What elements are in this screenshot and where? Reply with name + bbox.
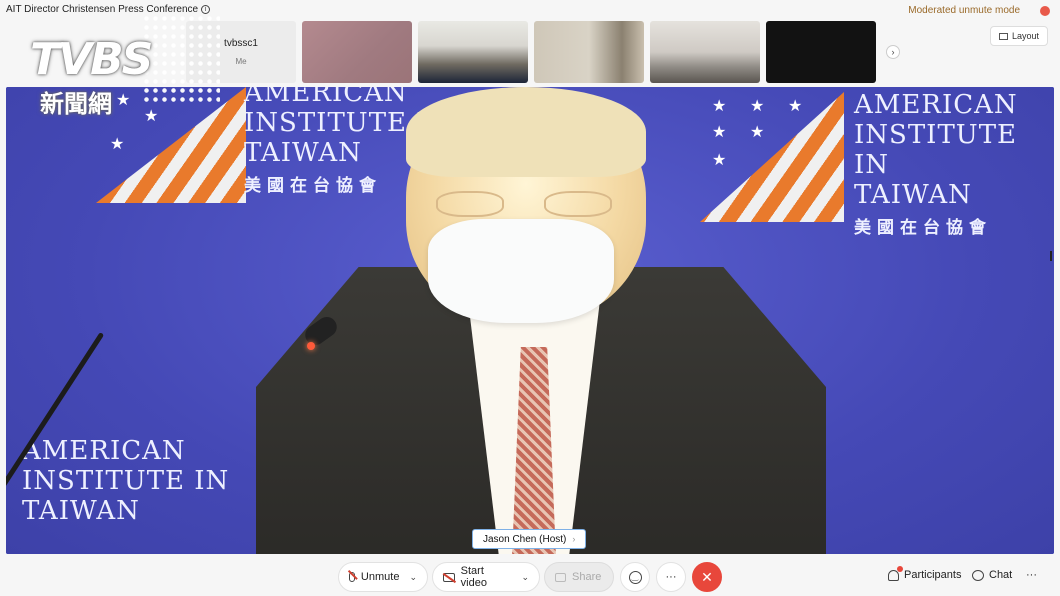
chat-icon [972,569,984,581]
smile-icon: ‿ [628,570,642,584]
participant-tile[interactable] [418,21,528,83]
logo-brand: TVBS [30,34,153,85]
participants-button[interactable]: Participants [888,565,962,581]
layout-icon [998,32,1008,40]
backdrop-text: AMERICAN INSTITUTE IN TAIWAN [22,436,230,526]
layout-button[interactable]: Layout [989,26,1048,46]
participants-label: Participants [904,569,962,581]
share-label: Share [572,571,602,583]
ellipsis-icon: ··· [1026,569,1037,581]
share-button[interactable]: Share [544,562,614,592]
end-meeting-button[interactable]: ✕ [692,562,722,592]
meeting-toolbar: Unmute ⌄ Start video ⌄ Share ‿ ··· ✕ Par… [0,556,1060,596]
participant-self-label: Me [235,57,247,66]
participant-tile[interactable] [302,21,412,83]
unmute-button[interactable]: Unmute ⌄ [338,562,428,592]
share-icon [555,572,566,582]
speaker-figure [256,87,826,554]
text-cursor [1050,251,1052,261]
backdrop-text: AMERICAN INSTITUTE IN TAIWAN 美國在台協會 [854,90,1018,238]
chevron-right-icon: › [572,534,576,544]
overflow-menu-button[interactable]: ··· [1026,569,1037,581]
participant-tile[interactable] [766,21,876,83]
reactions-button[interactable]: ‿ [620,562,650,592]
logo-subtitle: 新聞網 [40,90,112,118]
close-icon: ✕ [701,568,713,585]
participant-strip: tvbssc1 Me [186,21,876,83]
star-icon: ★ [110,136,125,153]
participant-tile[interactable] [650,21,760,83]
participants-icon [888,565,903,581]
speaker-name-tag[interactable]: Jason Chen (Host) › [472,529,587,549]
video-off-icon [443,572,455,582]
more-options-button[interactable]: ··· [656,562,686,592]
chevron-down-icon[interactable]: ⌄ [409,572,417,583]
muted-mic-icon [349,572,355,582]
meeting-app: AIT Director Christensen Press Conferenc… [0,0,1060,596]
chevron-down-icon[interactable]: ⌄ [521,572,529,583]
chat-button[interactable]: Chat [972,569,1012,581]
speaker-name: Jason Chen (Host) [483,533,567,545]
layout-label: Layout [1011,31,1039,41]
tvbs-logo: TVBS 新聞網 [26,14,220,118]
ellipsis-icon: ··· [665,571,677,583]
close-icon[interactable] [1040,6,1050,16]
start-video-label: Start video [460,565,487,589]
participant-tile[interactable] [534,21,644,83]
unmute-label: Unmute [360,571,400,583]
chevron-right-icon[interactable]: › [886,45,900,59]
microphone-light [307,342,315,350]
info-icon[interactable]: i [201,5,211,14]
moderation-mode-label[interactable]: Moderated unmute mode [908,5,1020,16]
main-video[interactable]: ★ ★ ★ AMERICAN INSTITUTE IN TAIWAN 美國在台協… [6,87,1054,554]
start-video-button[interactable]: Start video ⌄ [432,562,540,592]
participant-name: tvbssc1 [224,38,258,49]
chat-label: Chat [989,569,1013,581]
